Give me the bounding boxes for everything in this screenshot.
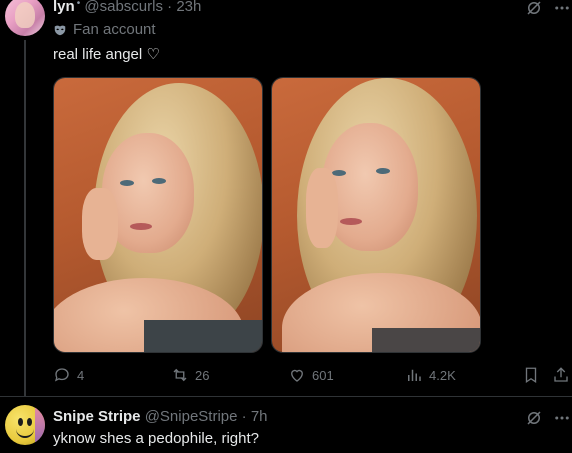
account-label: Fan account bbox=[53, 21, 156, 38]
share-icon bbox=[554, 367, 568, 382]
reply-grok-icon[interactable] bbox=[524, 408, 544, 428]
reply-author-name[interactable]: Snipe Stripe bbox=[53, 408, 141, 425]
reply-count: 4 bbox=[77, 367, 85, 383]
retweet-button[interactable]: 26 bbox=[171, 366, 209, 384]
author-handle[interactable]: @sabscurls bbox=[84, 0, 163, 15]
avatar[interactable] bbox=[5, 0, 45, 36]
share-button[interactable] bbox=[551, 366, 571, 384]
photo-2[interactable] bbox=[271, 77, 481, 353]
like-button[interactable]: 601 bbox=[288, 366, 334, 384]
reply-icon bbox=[54, 368, 69, 382]
account-label-text: Fan account bbox=[73, 21, 156, 38]
views-button[interactable]: 4.2K bbox=[405, 366, 456, 384]
reply-header: Snipe Stripe @SnipeStripe · 7h bbox=[53, 408, 268, 425]
retweet-count: 26 bbox=[195, 367, 210, 383]
views-count: 4.2K bbox=[429, 367, 456, 383]
bookmark-button[interactable] bbox=[521, 366, 541, 384]
reply-more-options-icon[interactable] bbox=[552, 408, 572, 428]
mask-icon bbox=[54, 25, 66, 35]
tweet-header: lyn • @sabscurls · 23h bbox=[53, 0, 201, 15]
reply-separator: · bbox=[241, 408, 247, 425]
views-icon bbox=[408, 369, 421, 381]
retweet-icon bbox=[173, 368, 187, 382]
author-badge: • bbox=[76, 0, 81, 9]
tweet-text: real life angel ♡ bbox=[53, 46, 160, 63]
divider bbox=[0, 396, 572, 397]
photo-1[interactable] bbox=[53, 77, 263, 353]
separator: · bbox=[167, 0, 173, 15]
reply-button[interactable]: 4 bbox=[53, 366, 84, 384]
like-count: 601 bbox=[312, 367, 334, 383]
timestamp[interactable]: 23h bbox=[176, 0, 201, 15]
bookmark-icon bbox=[525, 367, 537, 384]
grok-icon[interactable] bbox=[524, 0, 544, 18]
reply-timestamp[interactable]: 7h bbox=[251, 408, 268, 425]
reply-author-handle[interactable]: @SnipeStripe bbox=[145, 408, 238, 425]
reply-text: yknow shes a pedophile, right? bbox=[53, 430, 259, 447]
heart-icon bbox=[291, 369, 303, 382]
more-options-icon[interactable] bbox=[552, 0, 572, 18]
reply-avatar[interactable] bbox=[5, 405, 45, 445]
author-name[interactable]: lyn bbox=[53, 0, 75, 15]
thread-line bbox=[24, 40, 26, 397]
